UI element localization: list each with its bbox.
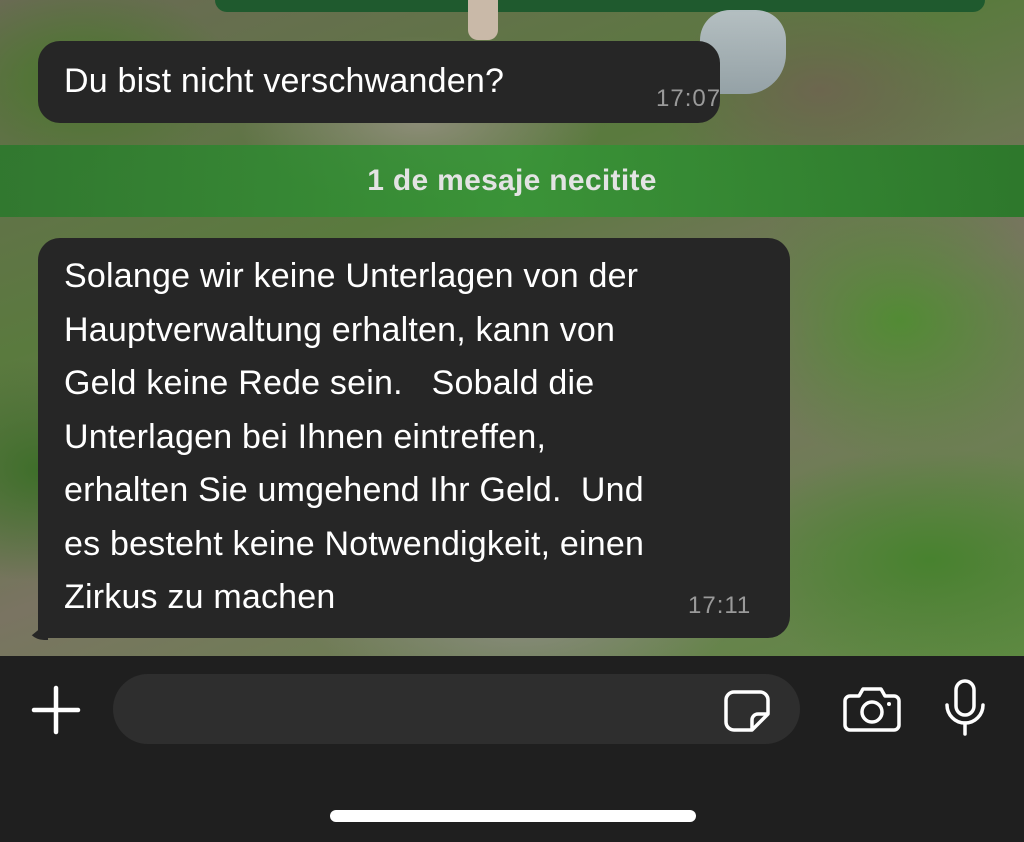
previous-bubble-edge — [215, 0, 985, 12]
camera-button[interactable] — [842, 684, 902, 734]
message-bubble-incoming[interactable]: Du bist nicht verschwanden? 17:07 — [38, 41, 720, 123]
voice-message-button[interactable] — [942, 678, 988, 738]
camera-icon — [843, 687, 901, 732]
wallpaper-detail — [468, 0, 498, 40]
unread-banner-label: 1 de mesaje necitite — [367, 164, 657, 197]
message-timestamp: 17:07 — [656, 85, 722, 112]
attach-plus-button[interactable] — [28, 682, 84, 738]
microphone-icon — [945, 679, 985, 736]
message-timestamp: 17:11 — [688, 592, 752, 619]
home-indicator[interactable] — [330, 810, 696, 822]
message-text: Du bist nicht verschwanden? — [64, 62, 505, 100]
message-text: Solange wir keine Unterlagen von der Hau… — [64, 257, 645, 616]
sticker-icon — [724, 690, 770, 732]
plus-icon — [31, 685, 81, 735]
message-bubble-incoming[interactable]: Solange wir keine Unterlagen von der Hau… — [38, 238, 790, 638]
sticker-button[interactable] — [724, 688, 772, 732]
message-input[interactable] — [113, 674, 800, 744]
unread-messages-banner: 1 de mesaje necitite — [0, 145, 1024, 217]
